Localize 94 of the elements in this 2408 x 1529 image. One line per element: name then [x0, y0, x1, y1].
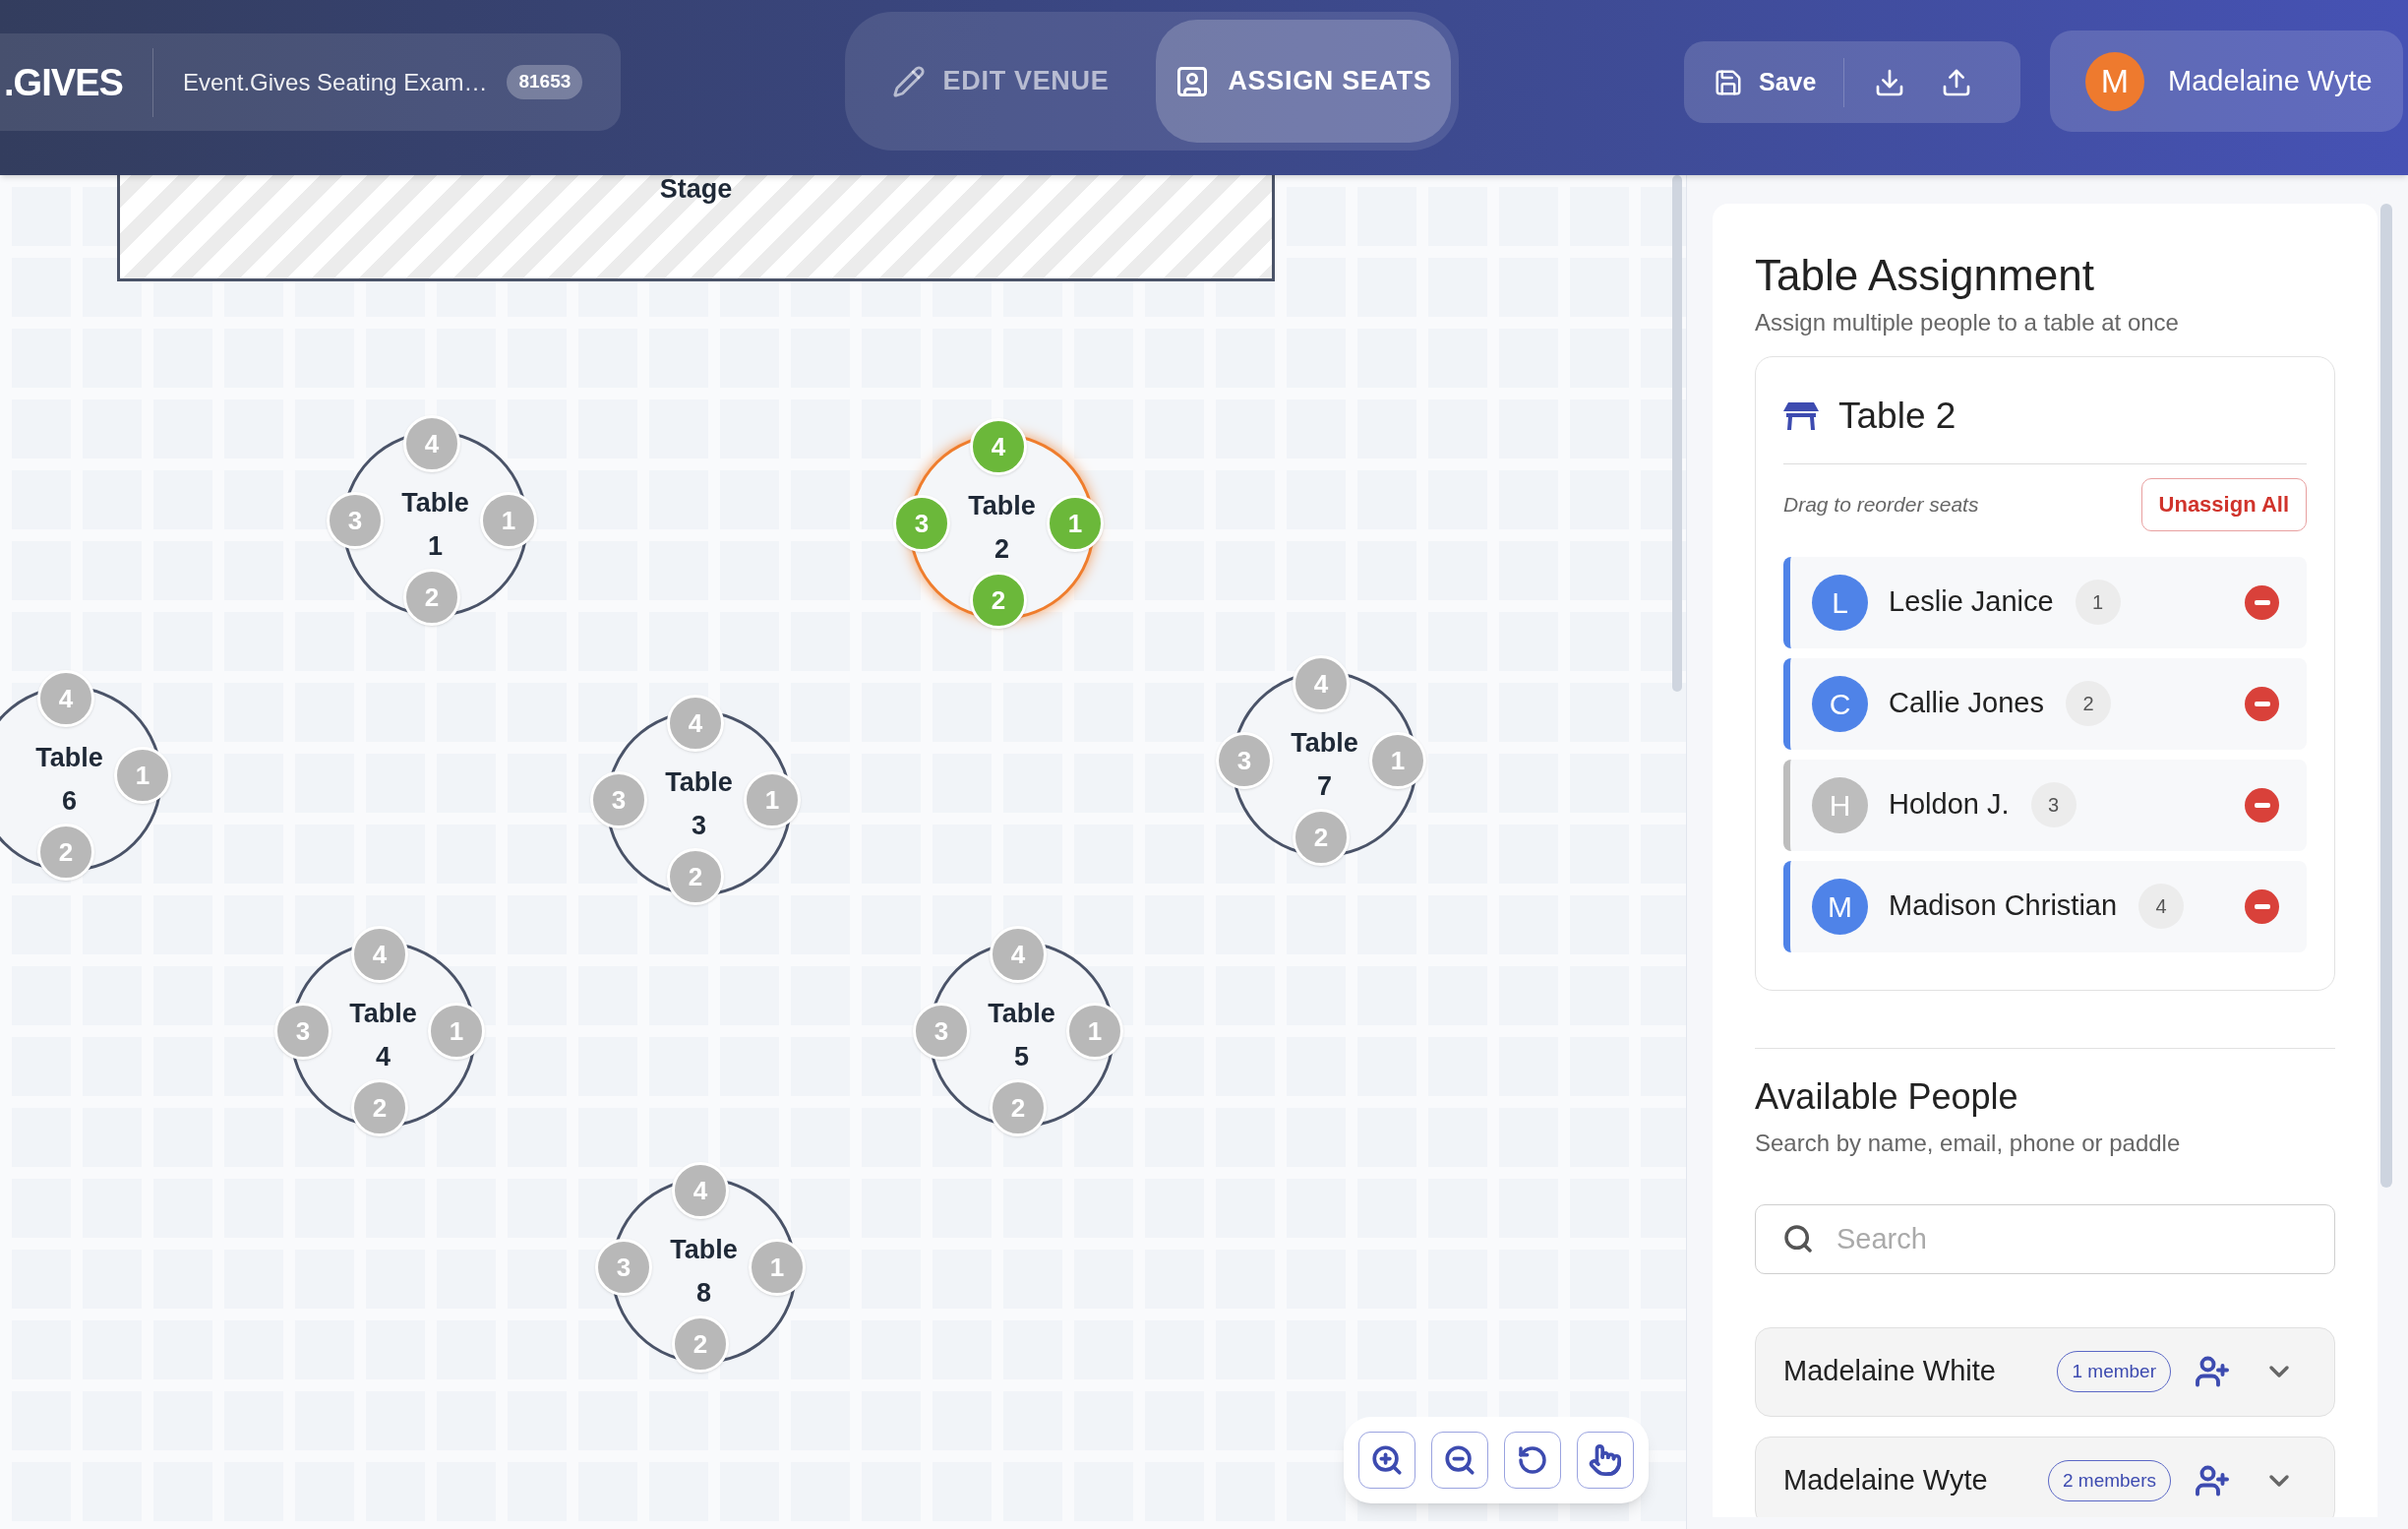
- table-label: Table: [349, 997, 417, 1030]
- seat-marker[interactable]: 4: [403, 415, 460, 472]
- logo: .GIVES: [4, 47, 153, 117]
- assigned-person-row[interactable]: H Holdon J. 3: [1783, 759, 2307, 851]
- table-icon: [1783, 401, 1819, 430]
- pointing-hand-icon: [1589, 1443, 1622, 1477]
- seat-marker[interactable]: 4: [1293, 655, 1350, 712]
- save-button[interactable]: Save: [1714, 57, 1845, 107]
- table-number: 4: [376, 1040, 391, 1073]
- assigned-person-row[interactable]: M Madison Christian 4: [1783, 860, 2307, 952]
- remove-button[interactable]: [2245, 584, 2279, 620]
- add-people-button[interactable]: [2195, 1354, 2230, 1389]
- panel-scrollbar[interactable]: [2380, 204, 2392, 1188]
- person-name: Leslie Janice: [1889, 584, 2054, 620]
- person-avatar: L: [1812, 574, 1868, 631]
- table-label: Table: [665, 765, 733, 799]
- person-name: Holdon J.: [1889, 787, 2010, 823]
- person-avatar: C: [1812, 675, 1868, 732]
- table-number: 3: [692, 809, 706, 842]
- reorder-hint: Drag to reorder seats: [1783, 491, 1979, 518]
- add-people-button[interactable]: [2195, 1463, 2230, 1498]
- panel-title: Table Assignment: [1755, 250, 2095, 301]
- seat-marker[interactable]: 3: [595, 1239, 652, 1296]
- seat-number-badge: 2: [2066, 681, 2111, 726]
- seat-marker[interactable]: 3: [327, 492, 384, 549]
- seat-marker[interactable]: 4: [667, 695, 724, 752]
- person-group-row[interactable]: Madelaine White 1 member: [1755, 1326, 2335, 1417]
- table-label: Table: [401, 486, 469, 520]
- person-name: Callie Jones: [1889, 686, 2044, 721]
- minus-icon: [2254, 701, 2270, 706]
- minus-icon: [2254, 802, 2270, 808]
- zoom-out-icon: [1443, 1443, 1476, 1477]
- seat-marker[interactable]: 4: [990, 926, 1047, 983]
- table-number: 8: [696, 1276, 711, 1310]
- pan-button[interactable]: [1577, 1432, 1634, 1489]
- selected-table-name: Table 2: [1838, 395, 1956, 438]
- table-label: Table: [988, 997, 1055, 1030]
- seat-marker[interactable]: 4: [672, 1162, 729, 1219]
- table-number: 6: [62, 784, 77, 818]
- seat-marker[interactable]: 4: [351, 926, 408, 983]
- person-group-row[interactable]: Madelaine Wyte 2 members: [1755, 1436, 2335, 1517]
- seat-marker[interactable]: 4: [37, 670, 94, 727]
- remove-button[interactable]: [2245, 787, 2279, 823]
- table-label: Table: [35, 741, 103, 774]
- event-id-badge: 81653: [507, 65, 583, 99]
- zoom-in-icon: [1370, 1443, 1404, 1477]
- minus-icon: [2254, 903, 2270, 909]
- remove-button[interactable]: [2245, 888, 2279, 924]
- table-number: 5: [1014, 1040, 1029, 1073]
- seat-marker[interactable]: 3: [590, 771, 647, 828]
- person-name: Madison Christian: [1889, 888, 2118, 924]
- seat-marker[interactable]: 3: [893, 495, 950, 552]
- person-avatar: H: [1812, 776, 1868, 833]
- table-label: Table: [1291, 726, 1358, 760]
- user-name: Madelaine Wyte: [2168, 63, 2373, 98]
- section-subtitle: Search by name, email, phone or paddle: [1755, 1128, 2182, 1158]
- seat-marker[interactable]: 3: [913, 1003, 970, 1060]
- search-icon: [1782, 1222, 1814, 1254]
- minus-icon: [2254, 599, 2270, 605]
- section-title: Available People: [1755, 1074, 2019, 1119]
- table-label: Table: [670, 1233, 738, 1266]
- seat-number-badge: 3: [2030, 782, 2077, 827]
- user-plus-icon: [2195, 1354, 2230, 1389]
- zoom-out-button[interactable]: [1431, 1432, 1488, 1489]
- seat-marker[interactable]: 3: [274, 1003, 331, 1060]
- table-number: 1: [428, 529, 443, 563]
- rotate-icon: [1517, 1444, 1548, 1476]
- user-avatar: M: [2085, 51, 2144, 111]
- panel-subtitle: Assign multiple people to a table at once: [1755, 308, 2180, 337]
- zoom-in-button[interactable]: [1358, 1432, 1415, 1489]
- table-number: 7: [1317, 769, 1332, 803]
- seat-marker[interactable]: 3: [1216, 732, 1273, 789]
- mode-tab[interactable]: ASSIGN SEATS: [1156, 20, 1451, 143]
- search-field[interactable]: Search: [1755, 1203, 2335, 1274]
- stage-label: Stage: [659, 176, 733, 206]
- reset-view-button[interactable]: [1504, 1432, 1561, 1489]
- seat-number-badge: 1: [2075, 580, 2121, 625]
- table-label: Table: [968, 489, 1036, 522]
- remove-button[interactable]: [2245, 686, 2279, 721]
- assigned-person-row[interactable]: C Callie Jones 2: [1783, 657, 2307, 750]
- event-name: Event.Gives Seating Exam…: [183, 67, 488, 97]
- group-name: Madelaine Wyte: [1783, 1463, 1988, 1498]
- seat-marker[interactable]: 4: [970, 418, 1027, 475]
- user-plus-icon: [2195, 1463, 2230, 1498]
- person-avatar: M: [1812, 878, 1868, 935]
- seat-number-badge: 4: [2138, 884, 2185, 929]
- group-name: Madelaine White: [1783, 1354, 1996, 1389]
- pencil-icon: [891, 64, 926, 98]
- assigned-person-row[interactable]: L Leslie Janice 1: [1783, 556, 2307, 648]
- unassign-all-button[interactable]: Unassign All: [2140, 477, 2307, 531]
- mode-tab[interactable]: EDIT VENUE: [853, 20, 1148, 143]
- user-menu[interactable]: M Madelaine Wyte: [2050, 31, 2403, 132]
- canvas-scrollbar[interactable]: [1672, 175, 1682, 692]
- table-number: 2: [994, 532, 1009, 566]
